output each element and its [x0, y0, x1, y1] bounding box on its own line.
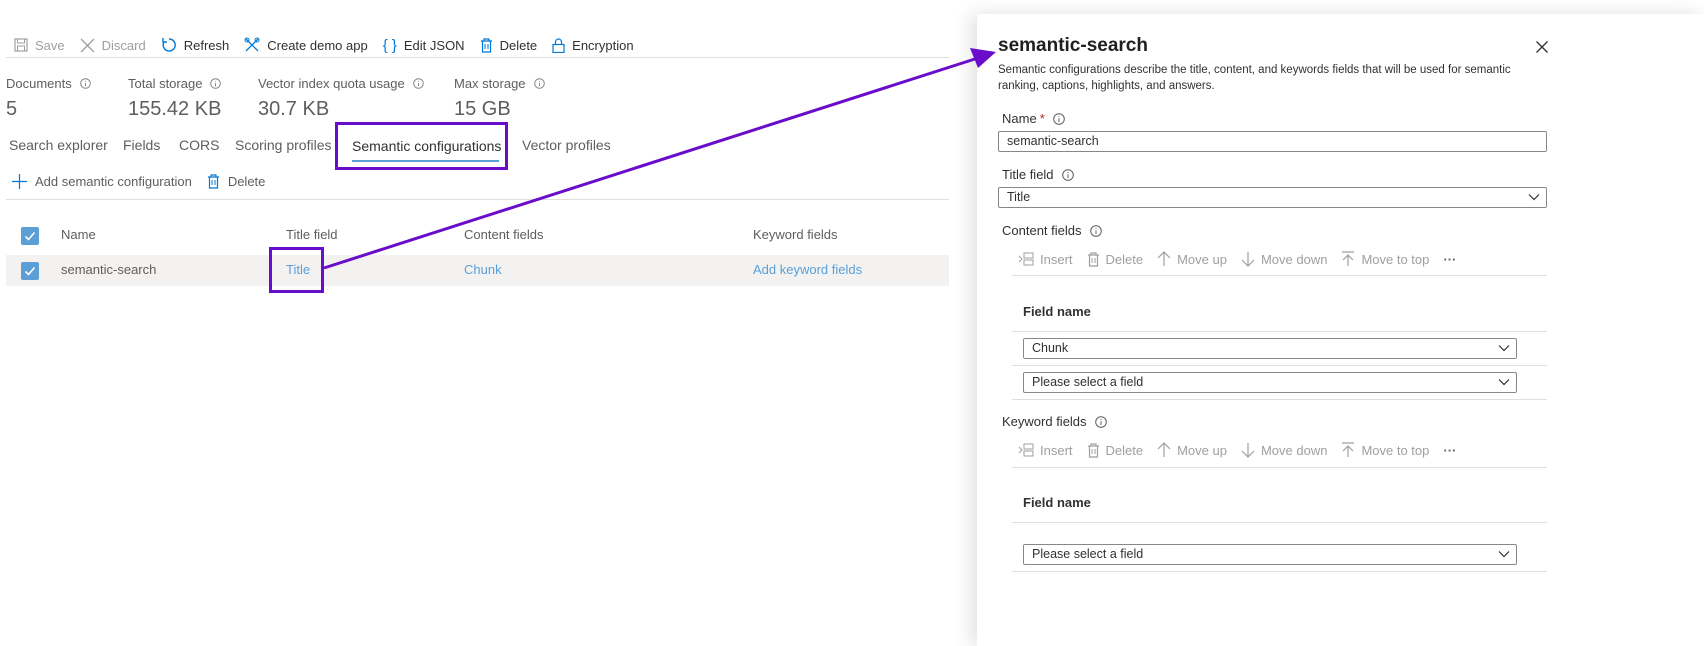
- annotation-arrow: [323, 48, 996, 270]
